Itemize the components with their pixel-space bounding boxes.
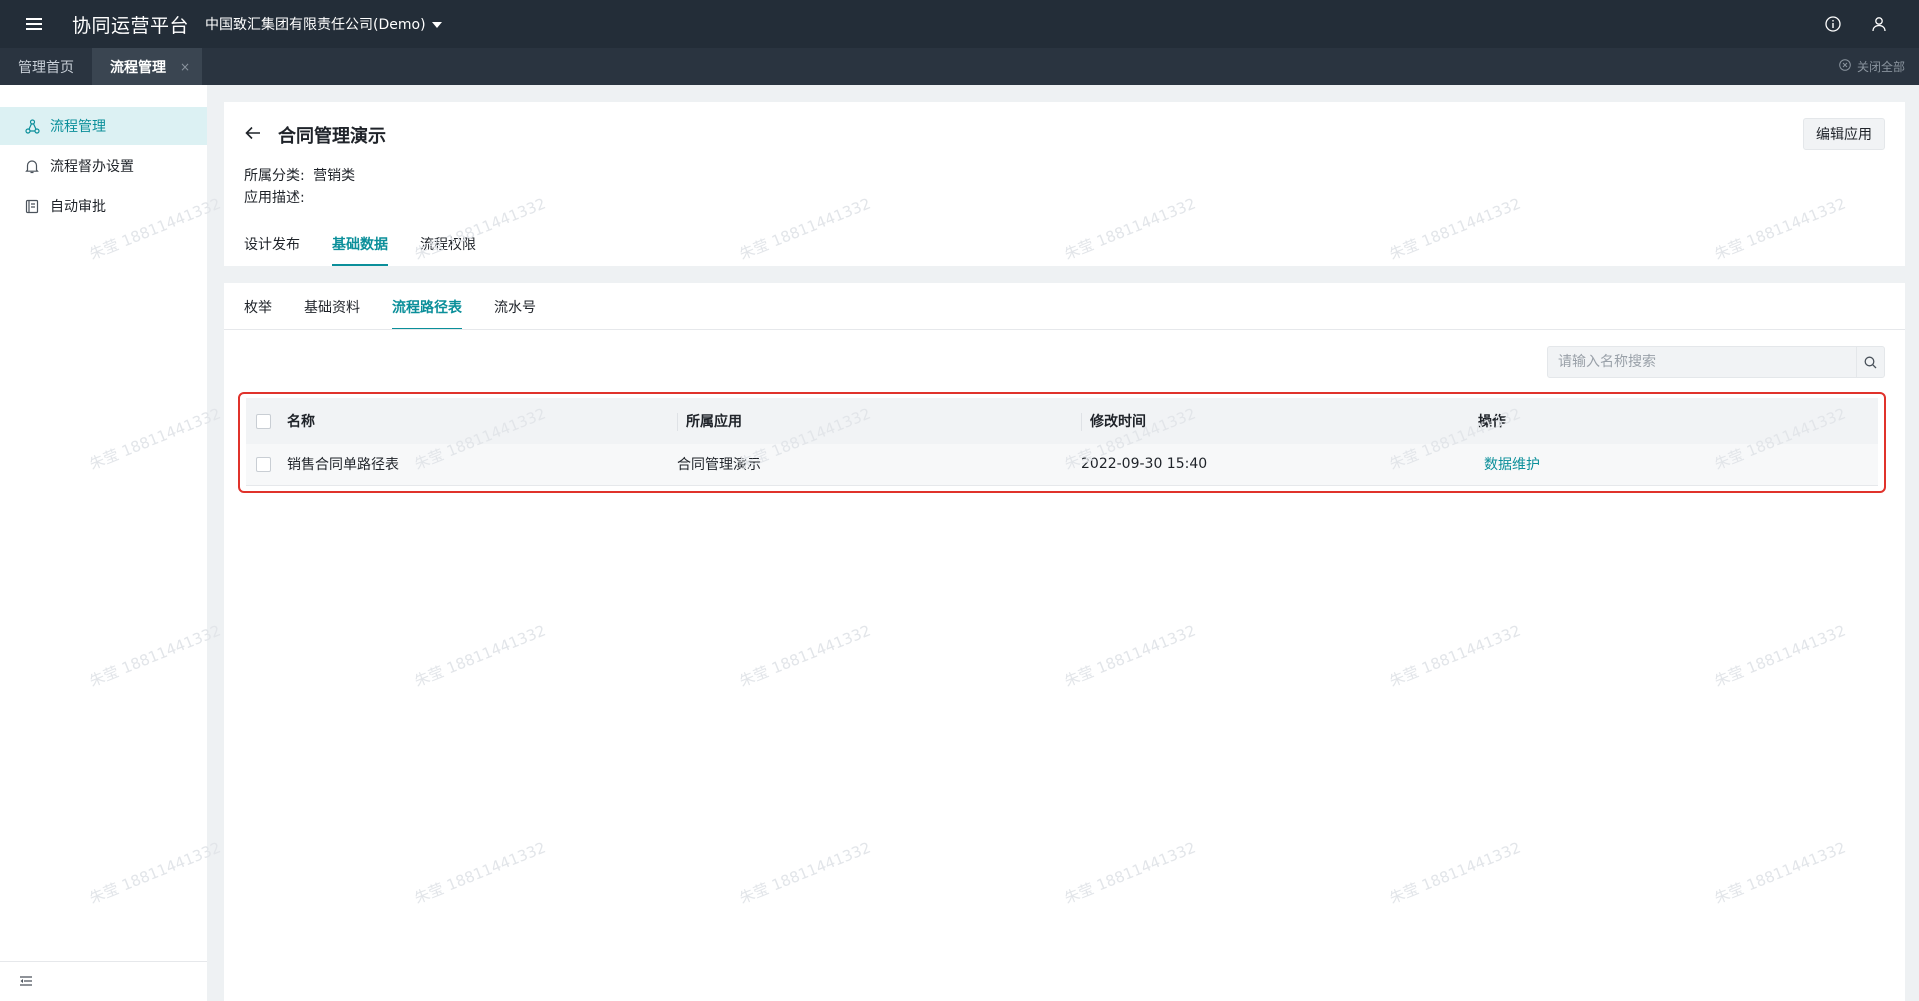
tab-enum[interactable]: 枚举 [244,283,272,330]
description-row: 应用描述: [244,187,305,207]
close-tab-icon[interactable]: × [180,60,190,74]
sidebar-item-auto-approval[interactable]: 自动审批 [0,187,207,225]
user-icon[interactable] [1869,14,1889,34]
search-input[interactable] [1548,347,1856,377]
tab-basic-data[interactable]: 基础数据 [332,234,388,266]
table-header-row: 名称 所属应用 修改时间 操作 [246,398,1878,444]
column-header-label: 修改时间 [1090,414,1146,430]
collapse-menu-icon [20,974,32,990]
select-all-checkbox[interactable] [256,413,271,429]
header-checkbox-cell [246,398,279,444]
column-divider [1081,413,1082,431]
collapse-sidebar-button[interactable] [0,961,207,1001]
edit-app-button[interactable]: 编辑应用 [1803,118,1885,150]
tabs-divider [224,329,1905,330]
app-tabs: 设计发布 基础数据 流程权限 [244,234,476,266]
search-icon[interactable] [1856,347,1884,377]
tab-basic-info[interactable]: 基础资料 [304,283,360,330]
data-maintenance-link[interactable]: 数据维护 [1478,457,1540,473]
sidebar-item-label: 自动审批 [50,199,106,215]
app-title: 协同运营平台 [72,14,190,37]
page-title: 合同管理演示 [278,126,386,147]
caret-down-icon [431,16,442,32]
sidebar-item-label: 流程管理 [50,119,106,135]
row-checkbox[interactable] [256,456,271,472]
data-type-tabs: 枚举 基础资料 流程路径表 流水号 [244,283,1885,330]
column-header-actions: 操作 [1470,398,1878,444]
column-header-name[interactable]: 名称 [279,398,669,444]
page-tab-label: 流程管理 [110,59,166,76]
info-icon[interactable] [1823,14,1843,34]
tab-design-publish[interactable]: 设计发布 [244,234,300,266]
page-tab-strip: 管理首页 流程管理 × 关闭全部 [0,48,1919,85]
table-row: 销售合同单路径表 合同管理演示 2022-09-30 15:40 数据维护 [246,444,1878,486]
org-selector[interactable]: 中国致汇集团有限责任公司(Demo) [205,14,442,34]
book-icon [24,198,40,214]
cell-app: 合同管理演示 [669,444,1073,486]
sidebar: 流程管理 流程督办设置 自动审批 [0,85,207,1001]
flow-icon [24,118,40,134]
row-checkbox-cell [246,444,279,486]
cell-name: 销售合同单路径表 [279,444,669,486]
description-label: 应用描述: [244,190,305,206]
tab-flow-path-table[interactable]: 流程路径表 [392,283,462,330]
app-header-card: 合同管理演示 所属分类: 营销类 应用描述: 编辑应用 设计发布 基础数据 流程… [224,102,1905,266]
sidebar-item-flow-management[interactable]: 流程管理 [0,107,207,145]
column-header-app[interactable]: 所属应用 [669,398,1073,444]
top-bar: 协同运营平台 中国致汇集团有限责任公司(Demo) [0,0,1919,48]
column-divider [677,413,678,431]
close-all-button[interactable]: 关闭全部 [1839,48,1905,85]
page-tab-home[interactable]: 管理首页 [0,48,92,85]
category-label: 所属分类: [244,168,305,184]
close-circle-icon [1839,59,1851,74]
category-row: 所属分类: 营销类 [244,165,355,185]
column-header-modified[interactable]: 修改时间 [1073,398,1470,444]
tab-flow-permissions[interactable]: 流程权限 [420,234,476,266]
sidebar-item-label: 流程督办设置 [50,159,134,175]
tab-serial-number[interactable]: 流水号 [494,283,536,330]
sidebar-item-supervision-settings[interactable]: 流程督办设置 [0,147,207,185]
content-card: 枚举 基础资料 流程路径表 流水号 名称 所属应用 修改时间 操作 [224,283,1905,1001]
close-all-label: 关闭全部 [1856,60,1905,74]
category-value: 营销类 [313,168,356,184]
hamburger-menu-icon[interactable] [22,11,48,37]
back-arrow-icon[interactable] [242,122,264,144]
page-tab-flow[interactable]: 流程管理 × [92,48,203,85]
column-header-label: 所属应用 [686,414,742,430]
flow-path-table: 名称 所属应用 修改时间 操作 销售合同单路径表 合同管理演示 2022-09-… [246,398,1878,486]
org-name: 中国致汇集团有限责任公司(Demo) [205,17,426,33]
page-tab-label: 管理首页 [18,59,74,76]
cell-action: 数据维护 [1470,444,1878,486]
search-box [1547,346,1885,378]
highlighted-table-region: 名称 所属应用 修改时间 操作 销售合同单路径表 合同管理演示 2022-09-… [238,392,1886,493]
cell-modified: 2022-09-30 15:40 [1073,444,1470,486]
bell-icon [24,158,40,174]
